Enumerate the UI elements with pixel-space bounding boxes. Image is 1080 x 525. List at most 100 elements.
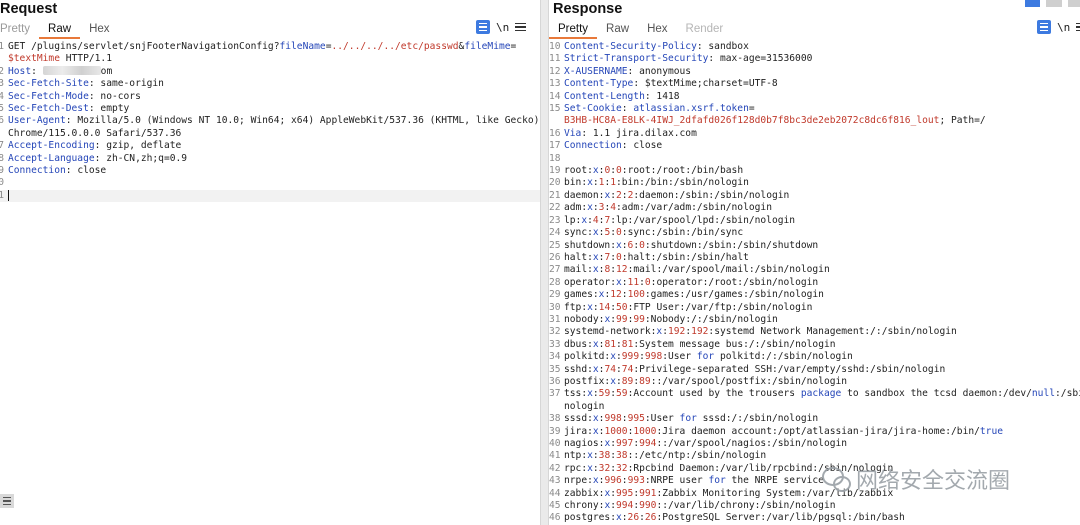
line-number: 15 <box>549 103 561 115</box>
tab-view-icon[interactable] <box>1068 0 1080 7</box>
line-code: GET /plugins/servlet/snjFooterNavigation… <box>4 41 540 53</box>
code-token: :PostgreSQL Server:/var/lib/pgsql:/bin/b… <box>656 512 905 524</box>
line-code: Connection: close <box>4 165 540 177</box>
line-code: ntp:x:38:38::/etc/ntp:/sbin/nologin <box>560 450 1080 462</box>
request-bottom-menu-icon[interactable] <box>0 494 14 508</box>
line-code: dbus:x:81:81:System message bus:/:/sbin/… <box>560 339 1080 351</box>
code-token: 38 <box>616 450 628 462</box>
request-menu-icon[interactable] <box>515 22 527 32</box>
code-token: ntp: <box>564 450 588 462</box>
request-line: 7 Accept-Encoding: gzip, deflate <box>0 140 540 152</box>
line-code: halt:x:7:0:halt:/sbin:/sbin/halt <box>560 252 1080 264</box>
response-menu-icon[interactable] <box>1076 22 1080 32</box>
newline-toggle-icon[interactable]: \n <box>1057 21 1070 34</box>
code-token: om <box>100 65 113 77</box>
code-token: :halt:/sbin:/sbin/halt <box>621 251 749 263</box>
code-token: :root:/root:/bin/bash <box>621 165 744 177</box>
response-line: 10 Content-Security-Policy: sandbox <box>549 41 1080 53</box>
request-tabs: Pretty Raw Hex <box>0 20 119 39</box>
line-code: ftp:x:14:50:FTP User:/var/ftp:/sbin/nolo… <box>560 302 1080 314</box>
request-line: 1 GET /plugins/servlet/snjFooterNavigatio… <box>0 41 540 53</box>
code-token: the NRPE service <box>725 475 824 487</box>
request-tab-hex[interactable]: Hex <box>80 20 118 39</box>
code-token: : close <box>65 165 107 177</box>
line-number: 38 <box>549 413 561 425</box>
code-token: :User <box>644 413 680 425</box>
code-token: Accept-Encoding <box>8 140 95 152</box>
response-tab-raw[interactable]: Raw <box>597 20 638 39</box>
line-code: nobody:x:99:99:Nobody:/:/sbin/nologin <box>560 314 1080 326</box>
response-line: 35 sshd:x:74:74:Privilege-separated SSH:/… <box>549 364 1080 376</box>
code-token: package <box>800 388 842 400</box>
request-tab-pretty[interactable]: Pretty <box>0 20 39 39</box>
code-token: 50 <box>616 301 628 313</box>
response-line: 25 shutdown:x:6:0:shutdown:/sbin:/sbin/sh… <box>549 240 1080 252</box>
line-number: 18 <box>549 152 561 164</box>
response-line: nologin <box>549 401 1080 413</box>
line-code: postfix:x:89:89::/var/spool/postfix:/sbi… <box>560 376 1080 388</box>
code-token: 996 <box>604 475 622 487</box>
code-token: systemd-network: <box>564 326 657 338</box>
pane-splitter[interactable] <box>540 0 549 525</box>
code-token: 89 <box>621 375 634 387</box>
code-token: 81 <box>621 338 634 350</box>
code-token: ftp: <box>564 301 588 313</box>
line-code: sshd:x:74:74:Privilege-separated SSH:/va… <box>560 364 1080 376</box>
code-token: : <box>31 65 43 77</box>
line-number <box>549 401 560 413</box>
response-line: 34 polkitd:x:999:998:User for polkitd:/:/… <box>549 351 1080 363</box>
response-line: 20 bin:x:1:1:bin:/bin:/sbin/nologin <box>549 177 1080 189</box>
response-line: 14 Content-Length: 1418 <box>549 91 1080 103</box>
line-code: $textMime HTTP/1.1 <box>4 53 540 65</box>
code-token: Content-Security-Policy <box>564 41 697 52</box>
code-token: tss: <box>564 388 588 400</box>
code-token: sssd: <box>564 413 593 425</box>
code-token: = <box>748 103 755 115</box>
response-line: 36 postfix:x:89:89::/var/spool/postfix:/s… <box>549 376 1080 388</box>
newline-toggle-icon[interactable]: \n <box>496 21 509 34</box>
code-token: Accept-Language <box>8 152 95 164</box>
response-line: 26 halt:x:7:0:halt:/sbin:/sbin/halt <box>549 252 1080 264</box>
split-view-icon[interactable] <box>1025 0 1040 7</box>
request-editor[interactable]: 1 GET /plugins/servlet/snjFooterNavigatio… <box>0 41 540 525</box>
code-token: :User <box>662 351 697 363</box>
response-tab-hex[interactable]: Hex <box>638 20 676 39</box>
line-number <box>549 115 560 127</box>
horizontal-view-icon[interactable] <box>1046 0 1062 7</box>
line-code: Chrome/115.0.0.0 Safari/537.36 <box>4 128 540 140</box>
code-token: : no-cors <box>88 90 141 102</box>
response-editor[interactable]: 10 Content-Security-Policy: sandbox 11 Stri… <box>549 41 1080 525</box>
pretty-print-icon[interactable] <box>476 20 490 34</box>
line-code: Sec-Fetch-Dest: empty <box>4 103 540 115</box>
code-token: 59 <box>616 388 628 400</box>
line-number: 42 <box>549 462 561 474</box>
code-token: :Privilege-separated SSH:/var/empty/sshd… <box>633 363 946 375</box>
line-number: 31 <box>549 313 561 325</box>
line-code: Content-Type: $textMime;charset=UTF-8 <box>560 78 1080 90</box>
line-number: 26 <box>549 251 561 263</box>
code-token: 192 <box>667 326 686 338</box>
code-token: sshd: <box>564 363 593 375</box>
line-number: 11 <box>549 53 561 65</box>
line-number: 21 <box>549 189 561 201</box>
code-token: to sandbox the tcsd daemon:/dev/ <box>841 388 1032 400</box>
code-token: $textMime <box>8 53 60 65</box>
response-tab-pretty[interactable]: Pretty <box>549 20 598 39</box>
response-line: 33 dbus:x:81:81:System message bus:/:/sbi… <box>549 339 1080 351</box>
code-token: 14 <box>598 301 611 313</box>
line-code: operator:x:11:0:operator:/root:/sbin/nol… <box>560 277 1080 289</box>
code-token: nagios: <box>564 438 605 449</box>
response-title: Response <box>553 1 623 17</box>
code-token: ::/var/lib/chrony:/sbin/nologin <box>656 500 836 512</box>
code-token: zabbix: <box>564 487 605 499</box>
code-token: 38 <box>598 450 611 462</box>
code-token: : Mozilla/5.0 (Windows NT 10.0; Win64; x… <box>65 115 540 127</box>
pretty-print-icon[interactable] <box>1037 20 1051 34</box>
layout-toggle-icons <box>1025 0 1080 7</box>
code-token: postfix: <box>564 375 611 387</box>
request-tab-raw[interactable]: Raw <box>39 20 81 39</box>
code-token: 12 <box>610 289 622 301</box>
code-token: 990 <box>639 500 657 512</box>
code-token: 100 <box>627 289 645 301</box>
